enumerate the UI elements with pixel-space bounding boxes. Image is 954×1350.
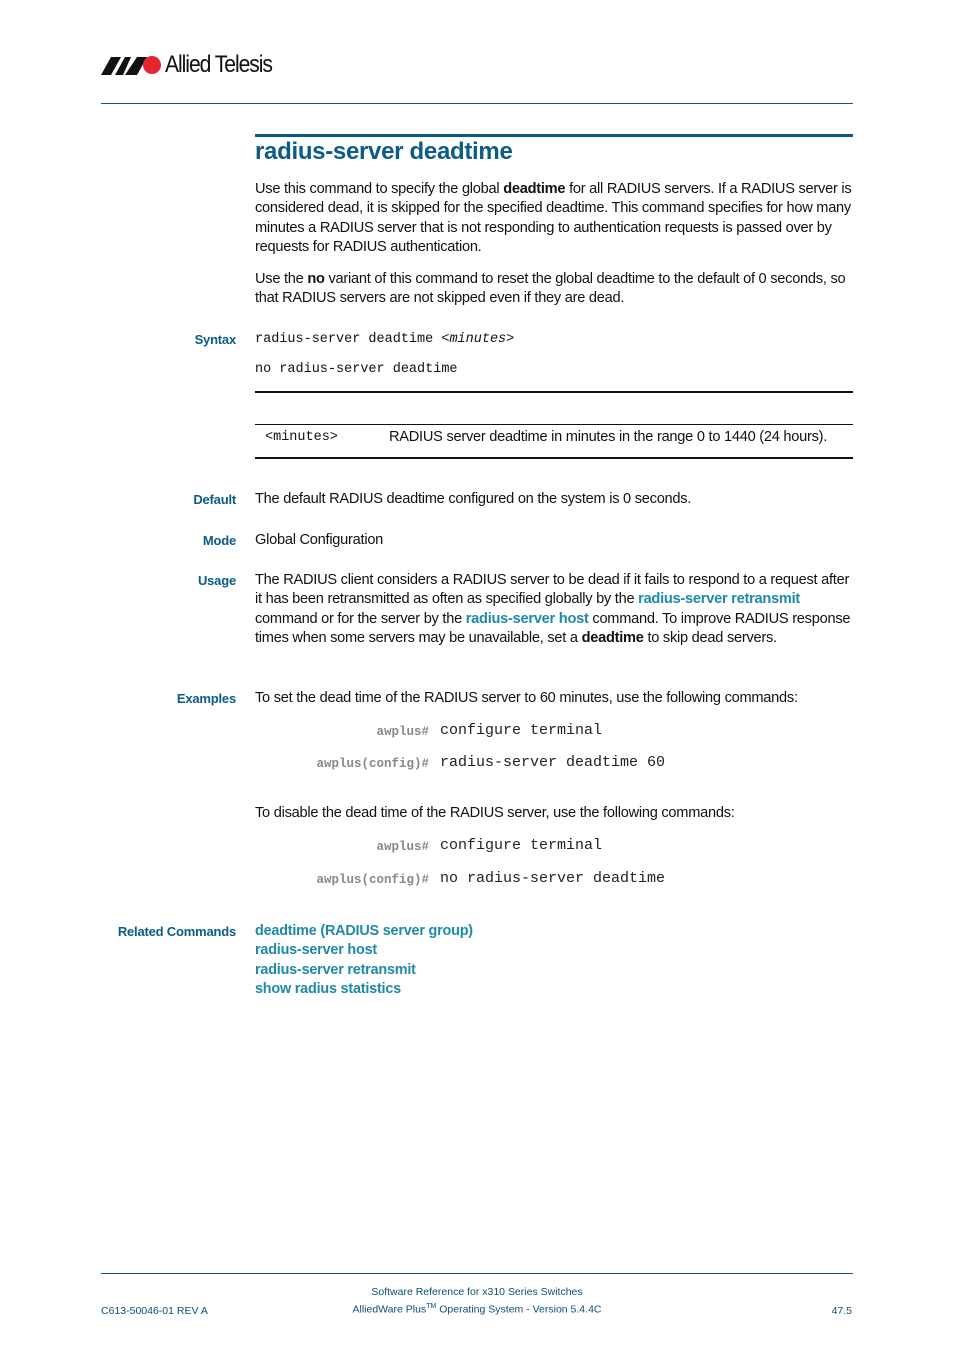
example-command: radius-server deadtime 60 [440,754,666,771]
examples-intro-2: To disable the dead time of the RADIUS s… [255,805,735,821]
page-title: radius-server deadtime [255,138,513,165]
title-rule [255,134,853,137]
mode-label: Mode [202,533,236,548]
examples-intro-1: To set the dead time of the RADIUS serve… [255,690,798,706]
related-link-show-radius-statistics[interactable]: show radius statistics [255,980,473,999]
header-divider [101,103,853,104]
related-link-radius-server-host[interactable]: radius-server host [255,941,473,960]
example-command: configure terminal [440,837,603,854]
related-link-deadtime-radius-server-group[interactable]: deadtime (RADIUS server group) [255,922,473,941]
related-commands-list: deadtime (RADIUS server group) radius-se… [255,922,473,999]
param-table-bottom-rule [255,457,853,459]
example-prompt: awplus# [376,725,429,739]
example-prompt: awplus(config)# [316,873,429,887]
link-radius-server-retransmit[interactable]: radius-server retransmit [638,591,800,607]
footer-title: Software Reference for x310 Series Switc… [371,1286,583,1298]
example-prompt: awplus# [376,840,429,854]
syntax-label: Syntax [194,332,237,347]
param-table-top-rule [255,424,853,425]
mode-text: Global Configuration [255,532,384,548]
intro-paragraph-1: Use this command to specify the global d… [255,181,852,256]
example-command: configure terminal [440,722,603,739]
related-link-radius-server-retransmit[interactable]: radius-server retransmit [255,961,473,980]
allied-telesis-logo-icon [101,53,163,77]
footer-divider [101,1273,853,1274]
footer-version: AlliedWare PlusTM Operating System - Ver… [352,1303,602,1316]
syntax-line-1: radius-server deadtime <minutes> [255,332,515,347]
footer-page-number: 47.5 [831,1305,852,1317]
examples-label: Examples [176,691,236,706]
syntax-line-2: no radius-server deadtime [255,362,458,377]
syntax-rule [255,391,853,393]
intro-paragraph-2: Use the no variant of this command to re… [255,271,846,307]
example-command: no radius-server deadtime [440,870,666,887]
param-name: <minutes> [265,430,338,445]
brand-logo: Allied Telesis [101,51,287,78]
param-description: RADIUS server deadtime in minutes in the… [389,429,828,445]
brand-name: Allied Telesis [165,51,273,78]
usage-text: The RADIUS client considers a RADIUS ser… [255,572,851,647]
default-text: The default RADIUS deadtime configured o… [255,491,692,507]
example-prompt: awplus(config)# [316,757,429,771]
usage-label: Usage [197,573,236,588]
related-commands-label: Related Commands [117,924,236,939]
link-radius-server-host[interactable]: radius-server host [466,611,589,627]
default-label: Default [193,492,236,507]
